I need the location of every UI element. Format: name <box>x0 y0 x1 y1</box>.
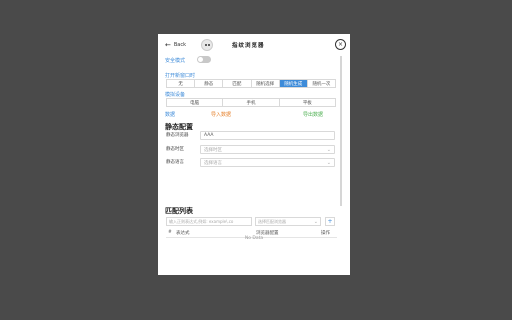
static-timezone-placeholder: 选择时区 <box>204 147 222 153</box>
regex-input[interactable]: 输入正则表达式,例如: example\.co <box>166 217 252 226</box>
page-title: 指纹浏览器 <box>232 43 265 49</box>
device-label: 模拟设备 <box>165 92 186 98</box>
empty-table-text: No Data <box>244 236 264 241</box>
mode-radio-group: 无 静态 匹配 随机选择 随机生成 随机一次 <box>166 79 336 88</box>
static-browser-select[interactable]: AAA <box>200 131 335 140</box>
back-button[interactable]: ← Back <box>165 41 186 49</box>
match-browser-select[interactable]: 选择匹配浏览器 ⌄ <box>255 217 321 226</box>
header: ← Back 指纹浏览器 × <box>158 34 350 56</box>
mode-label: 打开新窗口时 <box>165 73 196 79</box>
static-language-placeholder: 选择语言 <box>204 160 222 166</box>
chevron-down-icon: ⌄ <box>326 160 331 166</box>
safe-mode-label: 安全模式 <box>165 58 186 64</box>
mode-option-random-once[interactable]: 随机一次 <box>308 80 335 87</box>
export-data-button[interactable]: 导出数据 <box>303 111 323 118</box>
static-timezone-select[interactable]: 选择时区 ⌄ <box>200 145 335 154</box>
regex-input-placeholder: 输入正则表达式,例如: example\.co <box>169 218 234 224</box>
static-browser-value: AAA <box>204 133 214 138</box>
close-icon: × <box>337 40 344 48</box>
device-option-mobile[interactable]: 手机 <box>223 99 280 106</box>
static-language-select[interactable]: 选择语言 ⌄ <box>200 158 335 167</box>
app-logo-icon <box>201 39 213 51</box>
device-option-desktop[interactable]: 电脑 <box>167 99 224 106</box>
back-label: Back <box>173 42 187 48</box>
safe-mode-toggle[interactable] <box>197 56 211 63</box>
chevron-down-icon: ⌄ <box>326 147 331 153</box>
static-config-title: 静态配置 <box>165 123 193 131</box>
scrollbar[interactable] <box>340 56 342 206</box>
data-label: 数据 <box>165 112 176 118</box>
static-browser-label: 静态浏览器 <box>166 133 189 138</box>
column-index: # <box>168 230 172 235</box>
back-arrow-icon: ← <box>165 41 171 49</box>
import-data-button[interactable]: 导入数据 <box>211 111 231 118</box>
match-browser-placeholder: 选择匹配浏览器 <box>258 218 286 224</box>
mode-option-match[interactable]: 匹配 <box>223 80 252 87</box>
static-language-label: 静态语言 <box>166 160 184 165</box>
match-list-title: 匹配列表 <box>165 207 193 215</box>
add-rule-button[interactable]: + <box>325 217 335 226</box>
chevron-down-icon: ⌄ <box>313 219 318 225</box>
mode-option-random-generate[interactable]: 随机生成 <box>279 80 308 87</box>
mode-option-static[interactable]: 静态 <box>195 80 224 87</box>
device-radio-group: 电脑 手机 平板 <box>166 98 336 107</box>
device-option-tablet[interactable]: 平板 <box>280 99 335 106</box>
static-timezone-label: 静态时区 <box>166 147 184 152</box>
close-button[interactable]: × <box>335 39 346 50</box>
mode-option-none[interactable]: 无 <box>167 80 196 87</box>
settings-panel: ← Back 指纹浏览器 × 安全模式 打开新窗口时 无 静态 匹配 随机选择 … <box>158 34 350 275</box>
mode-option-random-select[interactable]: 随机选择 <box>252 80 280 87</box>
